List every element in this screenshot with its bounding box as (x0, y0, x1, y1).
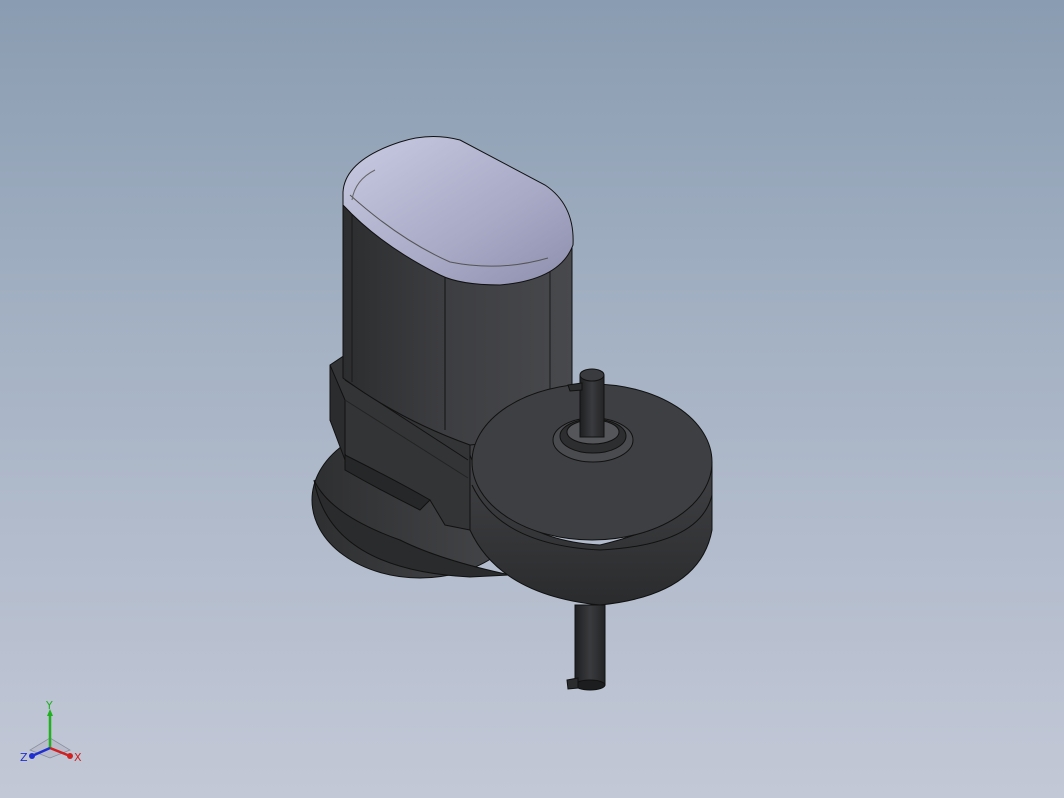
axis-triad: Y X Z (20, 700, 82, 764)
x-axis-tip (67, 753, 73, 759)
x-axis-label: X (74, 751, 82, 764)
graphics-viewport[interactable]: Y X Z (0, 0, 1064, 798)
y-axis-label: Y (45, 700, 53, 712)
z-axis-label: Z (20, 751, 28, 764)
bottom-shaft (566, 604, 606, 691)
z-axis-tip (29, 753, 35, 759)
robot-model-3d[interactable] (0, 0, 1064, 798)
